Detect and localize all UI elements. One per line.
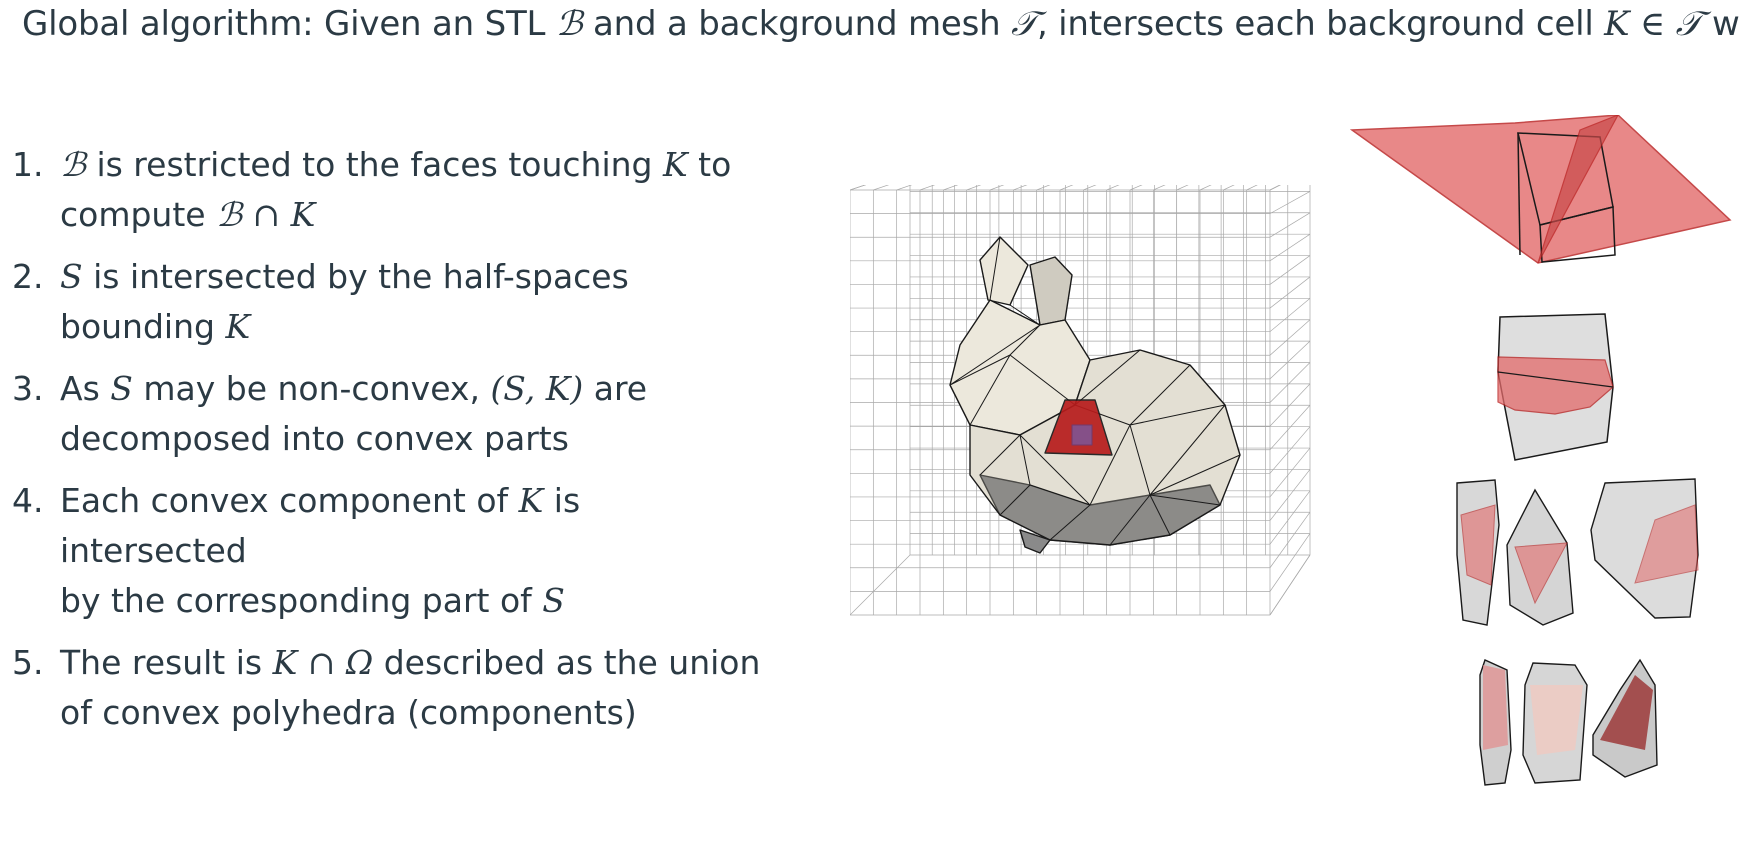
grid-line — [873, 185, 890, 191]
math-symbol: S — [60, 257, 83, 296]
step-line2: by the corresponding part of S — [60, 576, 772, 626]
title-mid3: with — [1712, 4, 1742, 44]
grid-line — [1223, 185, 1235, 191]
math-symbol: K ∩ Ω — [272, 643, 374, 682]
cell-surface-intersection — [1350, 115, 1732, 264]
step-line1: ℬ is restricted to the faces touching K … — [60, 140, 772, 190]
step-text: decomposed into convex parts — [60, 419, 569, 458]
step-3: 3. As S may be non-convex, (S, K) are deco… — [12, 364, 772, 464]
highlighted-cell-K — [1071, 424, 1093, 446]
step-number: 2. — [12, 257, 44, 296]
grid-line — [1269, 490, 1311, 545]
step-text: is intersected by the half-spaces — [82, 257, 629, 296]
grid-line — [1106, 185, 1120, 191]
math-symbol: S — [542, 581, 565, 620]
grid-line — [943, 185, 959, 191]
grid-line — [966, 185, 982, 191]
step-text: may be non-convex, — [132, 369, 491, 408]
step-line2: bounding K — [60, 302, 772, 352]
grid-line — [1269, 319, 1311, 356]
grid-line — [1269, 255, 1311, 285]
step-line2: compute ℬ ∩ K — [60, 190, 772, 240]
step-text: by the corresponding part of — [60, 581, 543, 620]
grid-line — [989, 185, 1005, 191]
math-symbol: (S, K) — [490, 369, 584, 408]
grid-line — [1153, 185, 1166, 191]
convex-decomposition-parts — [1456, 478, 1699, 626]
step-text: described as the union — [373, 643, 761, 682]
algorithm-steps-list: 1. ℬ is restricted to the faces touching … — [12, 140, 772, 750]
step-4: 4. Each convex component of K is intersec… — [12, 476, 772, 626]
restricted-cell — [1497, 313, 1614, 461]
math-symbol: K — [663, 145, 688, 184]
grid-line — [1269, 340, 1311, 380]
step-line1: As S may be non-convex, (S, K) are — [60, 364, 772, 414]
grid-line — [1269, 426, 1311, 474]
grid-line — [1269, 533, 1311, 592]
grid-line — [1269, 185, 1281, 191]
title-mid1: and a background mesh — [582, 4, 1012, 44]
step-line1: The result is K ∩ Ω described as the uni… — [60, 638, 772, 688]
grid-line — [1269, 233, 1311, 262]
step-text: is restricted to the faces touching — [85, 145, 663, 184]
step-line1: Each convex component of K is intersecte… — [60, 476, 772, 576]
grid-line — [1129, 185, 1143, 191]
step-2: 2. S is intersected by the half-spaces bou… — [12, 252, 772, 352]
grid-line — [1269, 447, 1311, 498]
slide-title: Global algorithm: Given an STL ℬ and a b… — [22, 2, 1742, 46]
step-line2: decomposed into convex parts — [60, 414, 772, 464]
title-mesh-symbol: 𝒯 — [1011, 4, 1037, 44]
step-text: The result is — [60, 643, 273, 682]
step-text: are — [583, 369, 648, 408]
grid-line — [1269, 554, 1311, 616]
step-line2: of convex polyhedra (components) — [60, 688, 772, 738]
math-symbol: ℬ ∩ K — [216, 195, 316, 234]
grid-line — [1269, 405, 1311, 450]
step-text: Each convex component of — [60, 481, 519, 520]
grid-line — [1269, 185, 1281, 191]
math-symbol: ℬ — [60, 145, 86, 184]
title-cell-symbol: K — [1604, 4, 1630, 44]
grid-line — [1269, 469, 1311, 521]
step-text: compute — [60, 195, 217, 234]
title-mid2: , intersects each background cell — [1036, 4, 1605, 44]
grid-line — [1269, 212, 1311, 238]
final-convex-components — [1479, 658, 1658, 786]
step-number: 4. — [12, 481, 44, 520]
step-1: 1. ℬ is restricted to the faces touching … — [12, 140, 772, 240]
step-number: 5. — [12, 643, 44, 682]
step-number: 1. — [12, 145, 44, 184]
title-in-symbol: ∈ — [1629, 4, 1676, 44]
grid-line — [1269, 185, 1281, 191]
title-prefix: Global algorithm: Given an STL — [22, 4, 556, 44]
grid-line — [1246, 185, 1258, 191]
grid-line — [1199, 185, 1212, 191]
step-5: 5. The result is K ∩ Ω described as the u… — [12, 638, 772, 738]
bunny-grid-figure — [850, 185, 1311, 616]
grid-line — [1269, 512, 1311, 568]
math-symbol: K — [225, 307, 251, 346]
title-stl-symbol: ℬ — [555, 4, 583, 44]
math-symbol: S — [110, 369, 133, 408]
step-text: bounding — [60, 307, 226, 346]
step-text: to — [687, 145, 732, 184]
title-mesh-symbol-2: 𝒯 — [1675, 4, 1702, 44]
step-text: As — [60, 369, 111, 408]
grid-line — [850, 554, 911, 616]
grid-line — [1269, 191, 1311, 214]
grid-line — [1269, 362, 1311, 403]
step-line1: S is intersected by the half-spaces — [60, 252, 772, 302]
math-symbol: K — [518, 481, 544, 520]
step-text: of convex polyhedra (components) — [60, 693, 637, 732]
step-number: 3. — [12, 369, 44, 408]
